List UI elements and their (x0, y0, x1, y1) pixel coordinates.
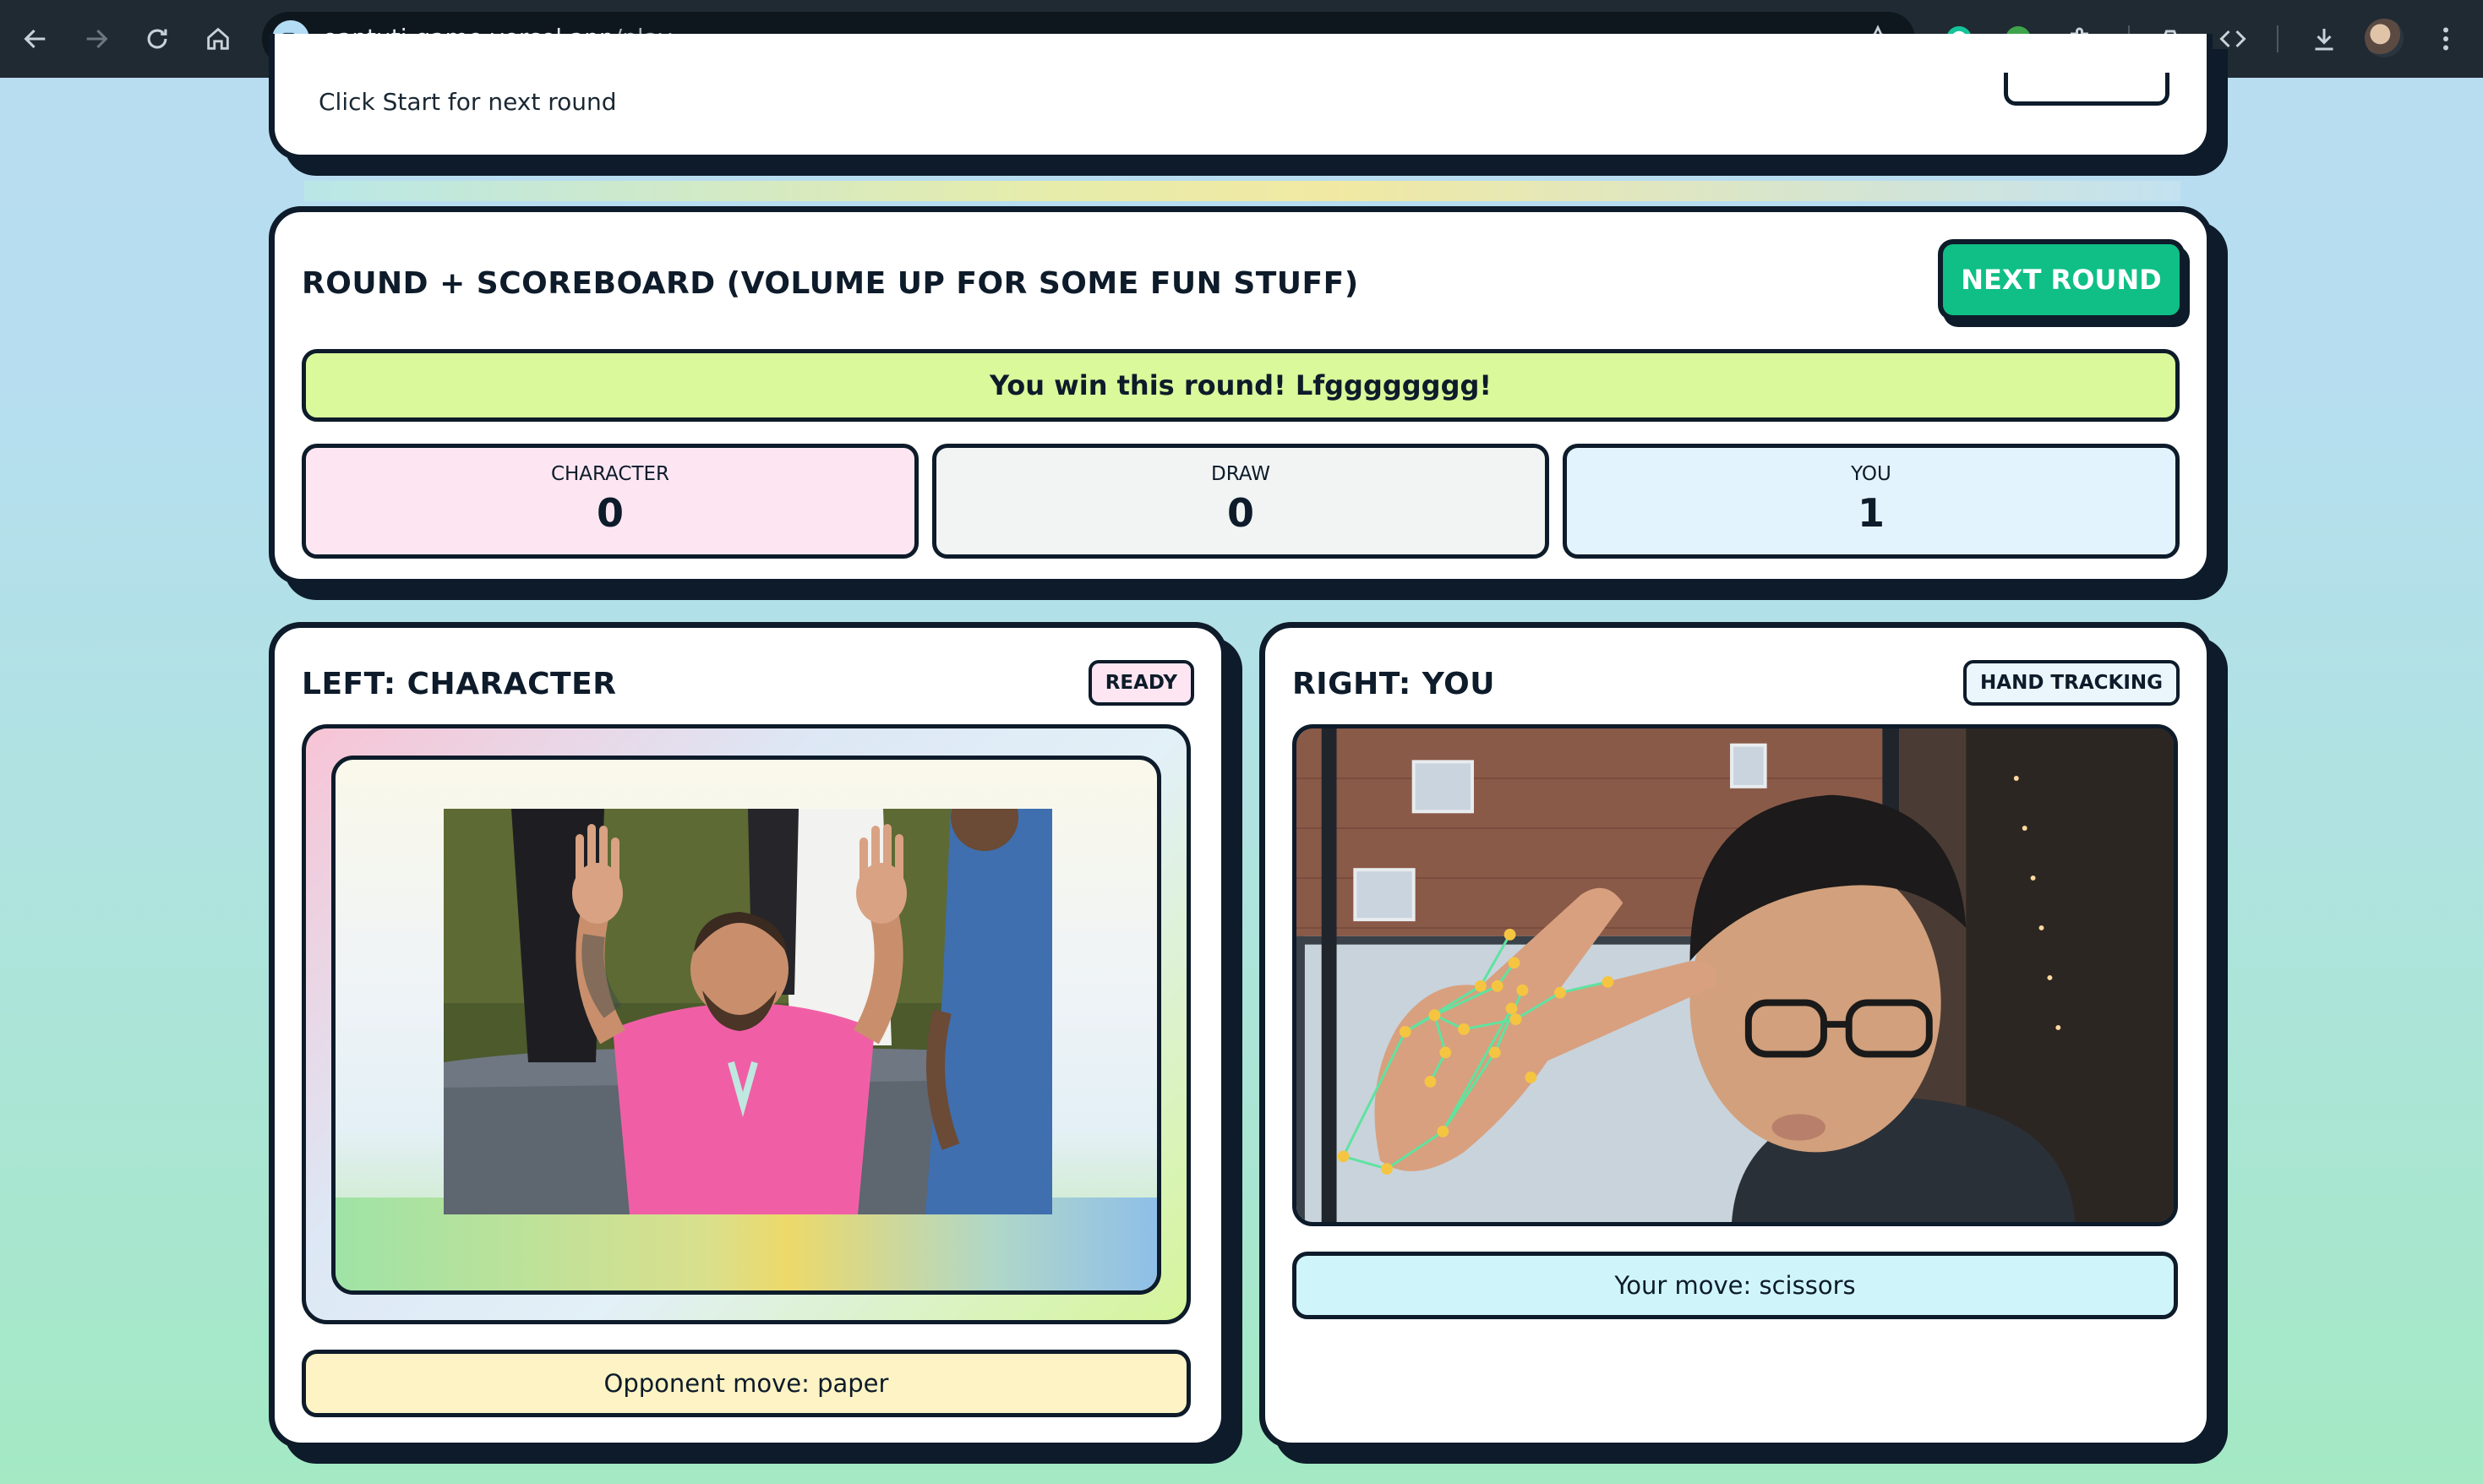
decorative-divider (304, 181, 2180, 201)
score-value: 0 (596, 490, 624, 536)
score-draw: DRAW 0 (932, 444, 1549, 559)
opponent-move: Opponent move: paper (302, 1350, 1191, 1417)
score-label: YOU (1851, 463, 1891, 485)
score-value: 1 (1857, 490, 1885, 536)
devtools-code-icon[interactable] (2213, 19, 2253, 59)
scoreboard-title: ROUND + SCOREBOARD (VOLUME UP FOR SOME F… (302, 266, 1359, 301)
score-character: CHARACTER 0 (302, 444, 919, 559)
toolbar-divider (2277, 25, 2278, 52)
round-result-banner: You win this round! Lfgggggggg! (302, 349, 2180, 422)
score-label: DRAW (1211, 463, 1270, 485)
reload-icon[interactable] (137, 19, 177, 59)
start-hint: Click Start for next round (319, 88, 617, 116)
start-card: Click Start for next round (269, 34, 2213, 161)
ready-badge: READY (1088, 660, 1194, 706)
home-icon[interactable] (198, 19, 238, 59)
back-icon[interactable] (15, 19, 56, 59)
kebab-menu-icon[interactable] (2426, 19, 2466, 59)
profile-avatar[interactable] (2365, 19, 2404, 57)
scoreboard-card: ROUND + SCOREBOARD (VOLUME UP FOR SOME F… (269, 206, 2213, 585)
character-frame (331, 756, 1161, 1295)
player-panel-title: RIGHT: YOU (1292, 667, 1495, 701)
download-icon[interactable] (2304, 19, 2344, 59)
player-panel: RIGHT: YOU HAND TRACKING Your move: scis… (1259, 622, 2213, 1449)
score-you: YOU 1 (1563, 444, 2180, 559)
character-stage (302, 724, 1191, 1324)
hand-tracking-badge: HAND TRACKING (1963, 660, 2180, 706)
webcam-feed (1292, 724, 2178, 1226)
your-move: Your move: scissors (1292, 1252, 2178, 1319)
character-photo (444, 809, 1052, 1214)
forward-icon[interactable] (76, 19, 117, 59)
score-label: CHARACTER (550, 463, 670, 485)
next-round-button[interactable]: NEXT ROUND (1938, 239, 2185, 320)
character-panel-title: LEFT: CHARACTER (302, 667, 617, 701)
score-value: 0 (1226, 490, 1254, 536)
home-button-partial[interactable] (2004, 73, 2169, 106)
character-panel: LEFT: CHARACTER READY Opponent move: pap… (269, 622, 1227, 1449)
